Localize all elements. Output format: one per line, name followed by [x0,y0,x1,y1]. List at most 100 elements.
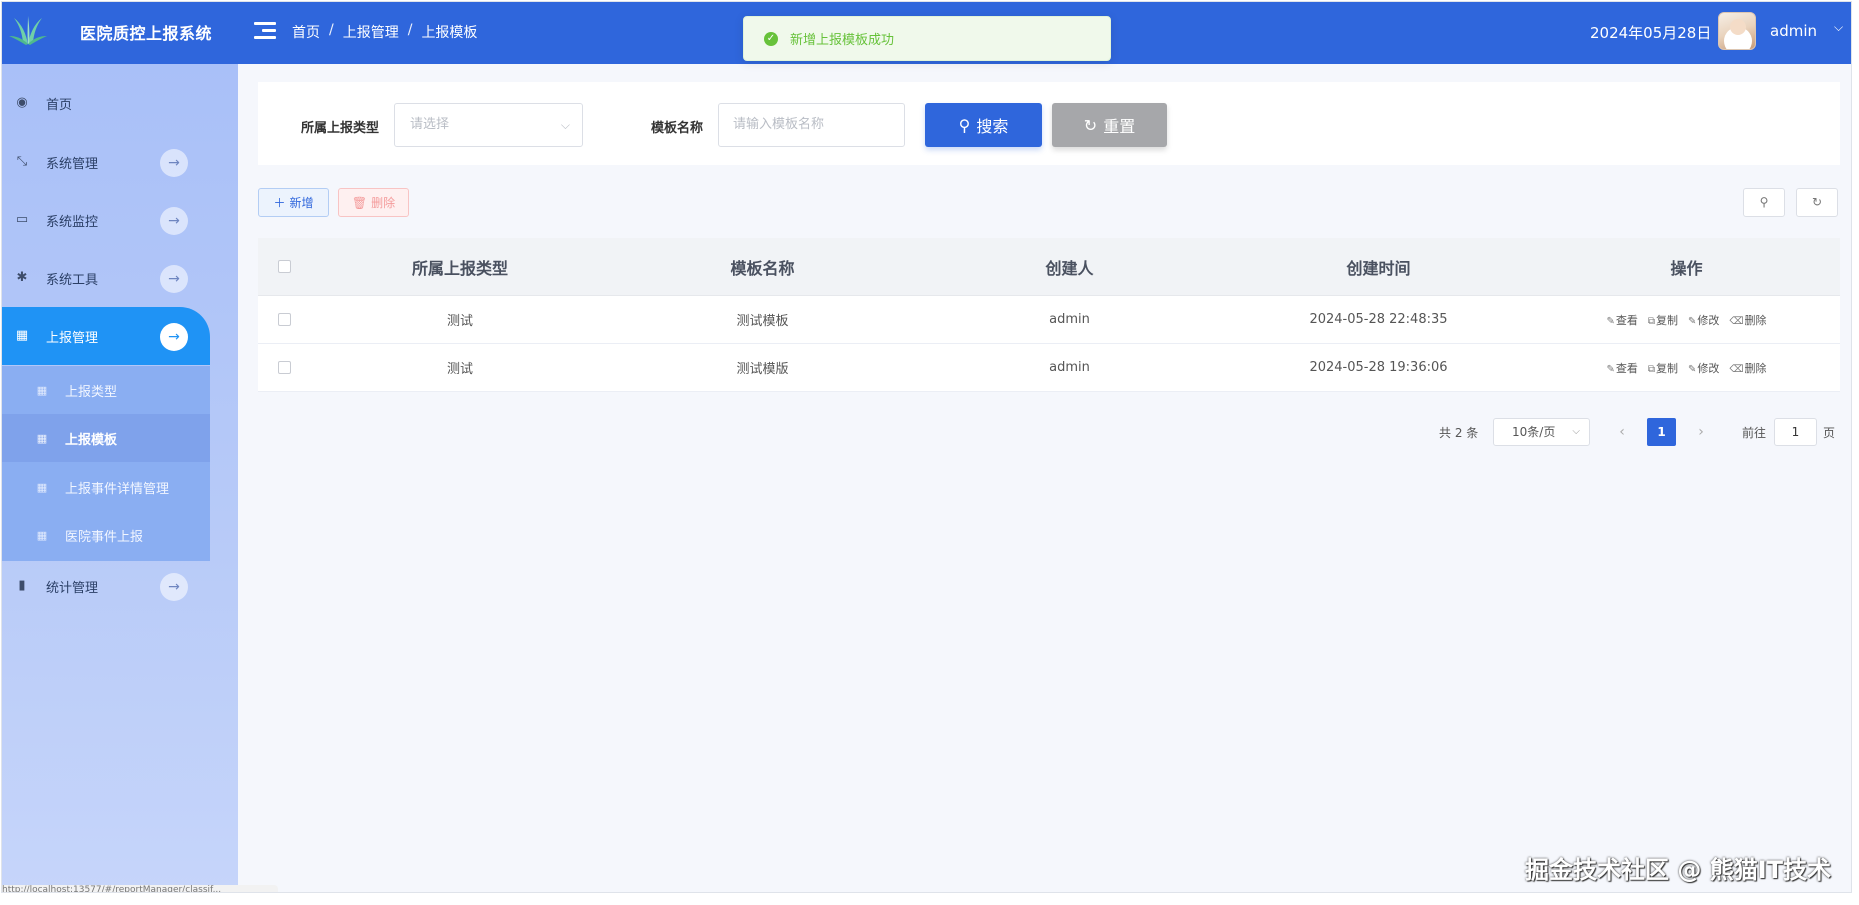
cell-creator: admin [1049,360,1090,375]
row-checkbox[interactable] [277,361,291,374]
sidebar-item-system-management[interactable]: ⤡ 系统管理 → [2,133,210,191]
view-label: 查看 [1615,361,1638,375]
table-icon: ▦ [36,528,48,542]
sidebar-subitem-report-event-details[interactable]: ▦ 上报事件详情管理 [2,463,210,511]
arrow-right-icon[interactable]: → [160,323,188,351]
row-checkbox-cell [258,313,310,326]
arrow-right-icon[interactable]: → [160,573,188,601]
page-number-current[interactable]: 1 [1647,418,1676,446]
breadcrumb-report-template: 上报模板 [421,25,478,41]
copy-button[interactable]: ⧉复制 [1648,312,1678,328]
edit-button[interactable]: ✎修改 [1688,312,1719,328]
column-header-created-time[interactable]: 创建时间 [1224,255,1533,279]
sidebar-item-system-monitor[interactable]: ▭ 系统监控 → [2,191,210,249]
toast-message: 新增上报模板成功 [790,33,895,48]
row-checkbox-cell [258,361,310,374]
search-button-label: 搜索 [976,117,1009,136]
arrow-right-icon[interactable]: → [160,207,188,235]
select-all-checkbox[interactable] [277,260,291,273]
edit-button[interactable]: ✎修改 [1688,360,1719,376]
delete-label: 删除 [1744,361,1767,375]
column-header-template-name[interactable]: 模板名称 [610,255,915,279]
sidebar-subitem-label: 上报类型 [65,384,118,400]
next-page-button[interactable]: › [1691,418,1711,446]
search-button[interactable]: ⚲ 搜索 [925,103,1042,147]
delete-button[interactable]: ⌫删除 [1729,312,1766,328]
batch-delete-button[interactable]: 🗑 删除 [338,188,409,217]
plus-icon: ＋ [273,196,286,210]
sidebar-item-home[interactable]: ◉ 首页 [2,74,210,132]
table-icon: ▦ [36,431,48,445]
report-type-select[interactable]: 请选择 ⌵ [394,103,583,147]
cell-actions: ✎查看 ⧉复制 ✎修改 ⌫删除 [1533,312,1840,328]
cell-creator: admin [1049,312,1090,327]
app-window: 医院质控上报系统 首页 / 上报管理 / 上报模板 2024年05月28日 ad… [1,1,1852,893]
sidebar-item-report-management[interactable]: ▦ 上报管理 → [2,307,210,365]
column-header-actions: 操作 [1670,258,1703,278]
arrow-right-icon[interactable]: → [160,265,188,293]
cell-template-name: 测试模版 [736,362,789,377]
template-name-placeholder: 请输入模板名称 [733,117,825,132]
menu-toggle-icon[interactable] [254,22,276,42]
copy-button[interactable]: ⧉复制 [1648,360,1678,376]
sidebar-item-statistics[interactable]: ▮ 统计管理 → [2,557,210,615]
refresh-table-button[interactable]: ↻ [1796,188,1838,217]
delete-label: 删除 [1744,313,1767,327]
chart-icon: ▮ [18,578,26,593]
sidebar-subitem-report-type[interactable]: ▦ 上报类型 [2,366,210,414]
report-type-placeholder: 请选择 [410,117,450,132]
goto-page-input[interactable]: 1 [1774,418,1817,446]
edit-label: 修改 [1697,313,1720,327]
sidebar: ◉ 首页 ⤡ 系统管理 → ▭ 系统监控 → ✱ 系统工具 → ▦ 上报管理 →… [2,64,238,892]
reset-button[interactable]: ↻ 重置 [1052,103,1167,147]
sidebar-item-system-tools[interactable]: ✱ 系统工具 → [2,249,210,307]
column-header-creator[interactable]: 创建人 [915,255,1224,279]
page-size-select[interactable]: 10条/页 ⌵ [1493,418,1590,446]
search-icon: ⚲ [1759,195,1769,209]
edit-icon: ✎ [1606,363,1615,375]
cell-report-type: 测试 [446,362,473,377]
chevron-down-icon: ⌵ [1572,426,1580,437]
table-row[interactable]: 测试 测试模版 admin 2024-05-28 19:36:06 ✎查看 ⧉复… [258,344,1840,392]
copy-label: 复制 [1656,361,1678,375]
template-name-input[interactable]: 请输入模板名称 [718,103,905,147]
row-checkbox[interactable] [277,313,291,326]
watermark: 掘金技术社区 @ 熊猫IT技术 [1525,856,1832,884]
table-row[interactable]: 测试 测试模板 admin 2024-05-28 22:48:35 ✎查看 ⧉复… [258,296,1840,344]
edit-icon: ✎ [1606,315,1615,327]
view-label: 查看 [1615,313,1638,327]
delete-button[interactable]: ⌫删除 [1729,360,1766,376]
bug-icon: ✱ [16,270,28,285]
sidebar-subitem-report-template[interactable]: ▦ 上报模板 [2,414,210,462]
edit-icon: ✎ [1688,363,1697,375]
add-button[interactable]: ＋ 新增 [258,188,329,217]
breadcrumb-home[interactable]: 首页 [292,22,320,42]
delete-button-label: 删除 [371,196,396,210]
arrow-right-icon[interactable]: → [160,149,188,177]
cell-created-time: 2024-05-28 19:36:06 [1309,360,1448,375]
toggle-search-button[interactable]: ⚲ [1743,188,1785,217]
add-button-label: 新增 [289,196,314,210]
copy-label: 复制 [1656,313,1678,327]
view-button[interactable]: ✎查看 [1606,360,1637,376]
prev-page-button[interactable]: ‹ [1612,418,1632,446]
template-table: 所属上报类型 模板名称 创建人 创建时间 操作 测试 测试模板 admin 20… [258,238,1840,392]
dashboard-icon: ◉ [16,95,28,110]
breadcrumb-report-management[interactable]: 上报管理 [343,22,399,42]
edit-label: 修改 [1697,361,1720,375]
sidebar-item-label: 首页 [46,97,73,113]
breadcrumb-separator: / [329,22,334,38]
avatar[interactable] [1718,12,1756,50]
sidebar-subitem-hospital-event-report[interactable]: ▦ 医院事件上报 [2,511,210,559]
goto-suffix: 页 [1823,426,1836,440]
compress-icon: ⤡ [16,154,28,169]
column-header-report-type[interactable]: 所属上报类型 [310,255,610,279]
template-name-label: 模板名称 [651,121,704,136]
view-button[interactable]: ✎查看 [1606,312,1637,328]
refresh-icon: ↻ [1811,195,1823,209]
chevron-down-icon[interactable]: ⌵ [1834,20,1843,35]
username[interactable]: admin [1770,22,1817,40]
copy-icon: ⧉ [1647,315,1655,327]
cell-template-name: 测试模板 [736,314,789,329]
breadcrumb-separator: / [407,22,413,38]
